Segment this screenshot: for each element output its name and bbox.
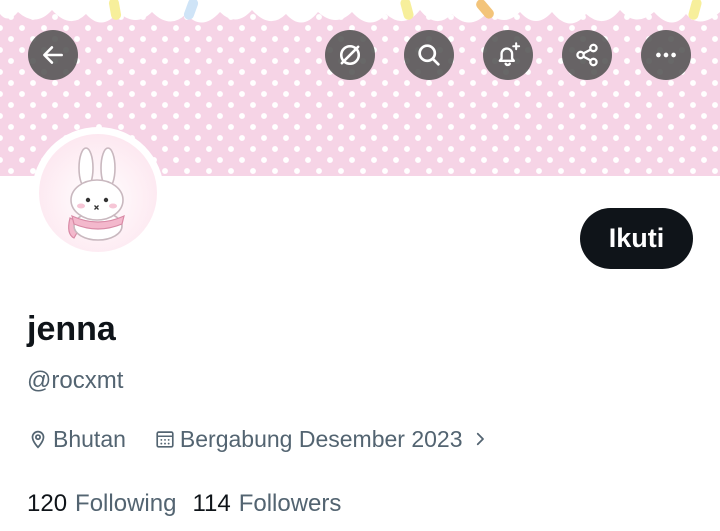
grok-button[interactable] (325, 30, 375, 80)
search-icon (415, 41, 443, 69)
following-link[interactable]: 120 Following (27, 490, 176, 518)
calendar-icon (154, 428, 176, 450)
share-button[interactable] (562, 30, 612, 80)
back-arrow-icon (40, 42, 66, 68)
user-handle: @rocxmt (27, 367, 124, 394)
followers-label: Followers (238, 490, 342, 517)
more-button[interactable] (641, 30, 691, 80)
follow-button[interactable]: Ikuti (580, 208, 693, 269)
joined-text: Bergabung Desember 2023 (179, 425, 463, 452)
more-icon (652, 41, 680, 69)
location-pin-icon (27, 428, 49, 450)
chevron-right-icon[interactable] (471, 430, 489, 448)
bunny-avatar-icon (68, 147, 125, 241)
search-button[interactable] (404, 30, 454, 80)
notify-button[interactable] (483, 30, 533, 80)
display-name: jenna (27, 310, 116, 348)
grok-icon (336, 41, 364, 69)
followers-link[interactable]: 114 Followers (192, 490, 341, 518)
avatar[interactable] (32, 127, 164, 259)
share-icon (573, 41, 601, 69)
following-label: Following (75, 490, 177, 517)
followers-count: 114 (192, 490, 231, 517)
follow-stats: 120 Following 114 Followers (27, 488, 341, 520)
back-button[interactable] (28, 30, 78, 80)
avatar-image (39, 134, 157, 252)
profile-meta: Bhutan Bergabung Desember 2023 (27, 424, 493, 454)
location-text: Bhutan (53, 425, 126, 452)
following-count: 120 (27, 490, 68, 517)
bell-plus-icon (494, 41, 522, 69)
